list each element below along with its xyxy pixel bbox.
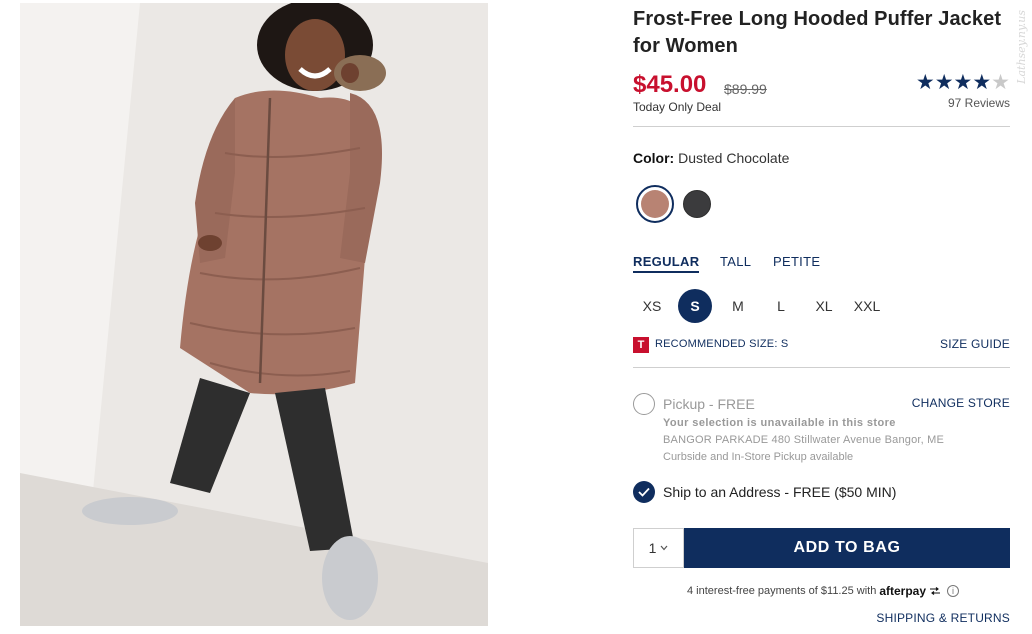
true-fit-icon: T — [633, 337, 649, 353]
ship-label[interactable]: Ship to an Address - FREE ($50 MIN) — [663, 484, 896, 500]
product-image[interactable] — [20, 3, 488, 626]
tab-petite[interactable]: PETITE — [773, 254, 820, 269]
store-address: BANGOR PARKADE 480 Stillwater Avenue Ban… — [663, 434, 945, 446]
check-icon — [638, 487, 650, 497]
star-empty-icon: ★ — [991, 71, 1010, 94]
swatch-color-dot — [641, 190, 669, 218]
pickup-radio[interactable] — [633, 393, 655, 415]
afterpay-logo: afterpay — [879, 584, 927, 598]
divider — [633, 126, 1010, 127]
product-details-panel: Frost-Free Long Hooded Puffer Jacket for… — [633, 0, 1028, 634]
shipping-returns-link[interactable]: SHIPPING & RETURNS — [876, 611, 1010, 625]
afterpay-message: 4 interest-free payments of $11.25 with … — [687, 584, 960, 598]
star-icon: ★ — [934, 71, 954, 94]
swatch-dusted-chocolate[interactable] — [636, 185, 674, 223]
color-label: Color: — [633, 150, 675, 166]
size-guide-link[interactable]: SIZE GUIDE — [940, 337, 1010, 351]
reviews-link[interactable]: 97 Reviews — [948, 96, 1010, 110]
star-icon: ★ — [915, 71, 935, 94]
original-price: $89.99 — [724, 81, 767, 97]
recommended-size[interactable]: RECOMMENDED SIZE: S — [655, 338, 788, 350]
divider — [633, 367, 1010, 368]
afterpay-arrows-icon — [930, 587, 941, 595]
size-xs[interactable]: XS — [635, 289, 669, 323]
size-l[interactable]: L — [764, 289, 798, 323]
size-xxl[interactable]: XXL — [850, 289, 884, 323]
star-icon: ★ — [972, 71, 992, 94]
color-label-row: Color: Dusted Chocolate — [633, 150, 789, 166]
pickup-label[interactable]: Pickup - FREE — [663, 396, 755, 412]
deal-label: Today Only Deal — [633, 100, 722, 114]
tab-tall[interactable]: TALL — [720, 254, 751, 269]
add-to-bag-button[interactable]: ADD TO BAG — [684, 528, 1010, 568]
quantity-value: 1 — [648, 540, 657, 556]
sale-price: $45.00 — [633, 71, 707, 98]
info-icon[interactable]: i — [947, 585, 960, 597]
rating-stars[interactable]: ★★★★★ — [916, 70, 1010, 95]
unavailable-message: Your selection is unavailable in this st… — [663, 417, 896, 429]
afterpay-text: 4 interest-free payments of $11.25 with — [687, 585, 877, 597]
star-icon: ★ — [953, 71, 973, 94]
product-title: Frost-Free Long Hooded Puffer Jacket for… — [633, 8, 1002, 57]
model-wearing-jacket-illustration — [20, 3, 488, 626]
swatch-black[interactable] — [683, 190, 711, 218]
chevron-down-icon — [660, 545, 668, 551]
tab-regular[interactable]: REGULAR — [633, 254, 700, 273]
size-m[interactable]: M — [721, 289, 755, 323]
quantity-select[interactable]: 1 — [633, 528, 684, 568]
curbside-note: Curbside and In-Store Pickup available — [663, 451, 854, 463]
change-store-link[interactable]: CHANGE STORE — [912, 396, 1010, 410]
ship-radio-checked[interactable] — [633, 481, 655, 503]
watermark: Lathsey.ny.us — [1015, 10, 1028, 84]
size-xl[interactable]: XL — [807, 289, 841, 323]
size-s[interactable]: S — [678, 289, 712, 323]
color-name: Dusted Chocolate — [678, 150, 790, 166]
